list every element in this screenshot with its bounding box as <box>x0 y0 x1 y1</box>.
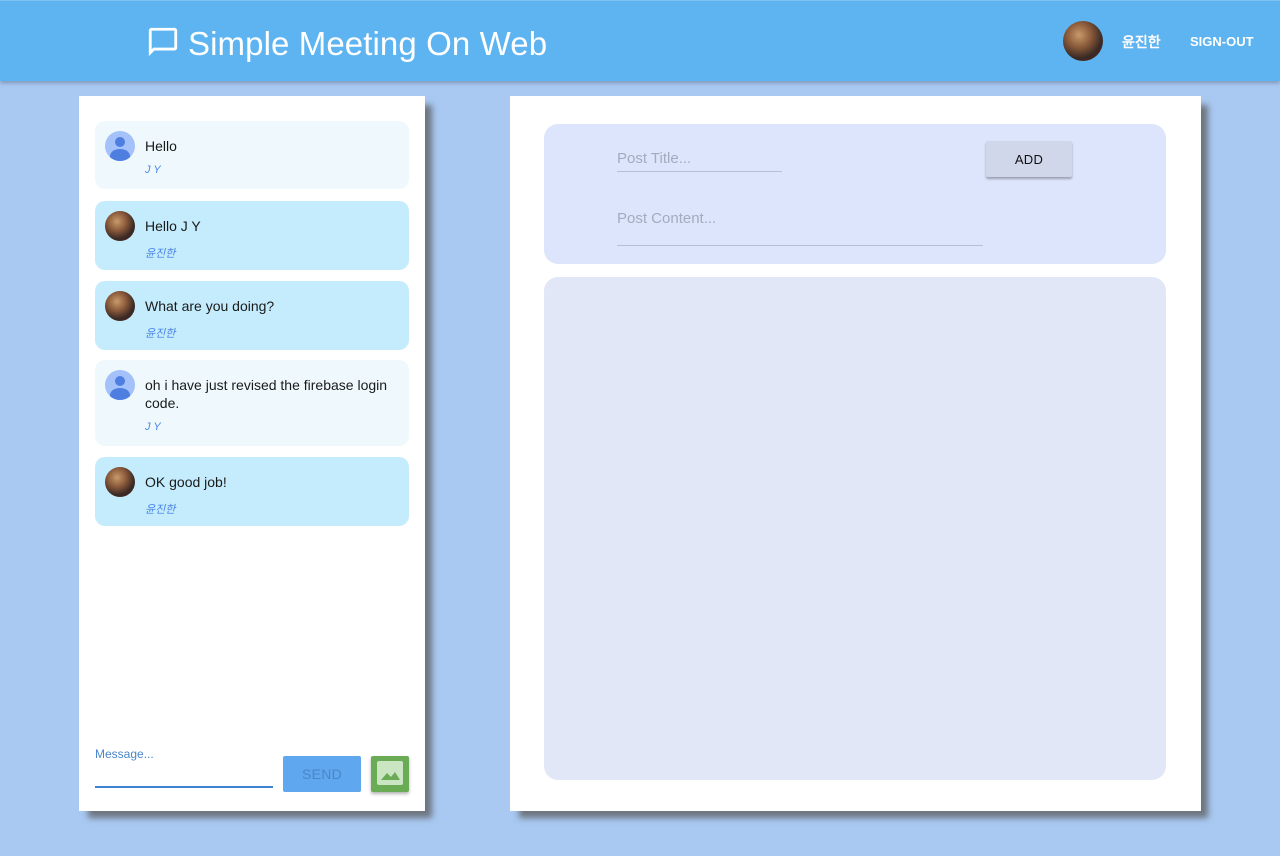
chat-message: Hello J Y <box>95 121 409 189</box>
post-form: ADD <box>544 124 1166 264</box>
person-icon <box>115 137 125 147</box>
person-body <box>110 388 130 400</box>
message-label: Message... <box>95 747 154 761</box>
post-title-input[interactable] <box>617 146 782 172</box>
chat-message: What are you doing? 윤진한 <box>95 281 409 350</box>
message-author: 윤진한 <box>145 248 176 260</box>
default-avatar <box>105 131 135 161</box>
person-icon <box>115 376 125 386</box>
chat-panel: Hello J Y Hello J Y 윤진한 What are you doing? 윤… <box>79 96 425 811</box>
sign-out-button[interactable]: SIGN-OUT <box>1190 34 1254 49</box>
message-text: Hello <box>145 138 177 154</box>
message-input[interactable] <box>95 764 273 788</box>
message-text: oh i have just revised the firebase logi… <box>145 377 388 411</box>
chat-bubble-icon <box>146 25 180 64</box>
post-content-input[interactable] <box>617 208 983 246</box>
message-author: 윤진한 <box>145 504 176 516</box>
brand: Simple Meeting On Web <box>146 24 547 64</box>
message-author: J Y <box>145 421 161 433</box>
app-bar: Simple Meeting On Web 윤진한 SIGN-OUT <box>0 0 1280 81</box>
post-list <box>544 277 1166 780</box>
image-icon <box>376 760 404 789</box>
chat-message: Hello J Y 윤진한 <box>95 201 409 270</box>
message-text: OK good job! <box>145 474 227 490</box>
add-post-button[interactable]: ADD <box>986 141 1072 177</box>
board-panel: ADD <box>510 96 1201 811</box>
app-title: Simple Meeting On Web <box>188 25 548 62</box>
photo-avatar <box>105 291 135 321</box>
message-text: Hello J Y <box>145 218 201 234</box>
person-body <box>110 149 130 161</box>
user-avatar[interactable] <box>1063 21 1103 61</box>
user-name: 윤진한 <box>1122 34 1161 50</box>
send-button[interactable]: SEND <box>283 756 361 792</box>
message-author: J Y <box>145 164 161 176</box>
default-avatar <box>105 370 135 400</box>
chat-message: OK good job! 윤진한 <box>95 457 409 526</box>
photo-avatar <box>105 467 135 497</box>
photo-avatar <box>105 211 135 241</box>
message-text: What are you doing? <box>145 298 275 314</box>
chat-message: oh i have just revised the firebase logi… <box>95 360 409 446</box>
upload-image-button[interactable] <box>371 756 409 792</box>
message-author: 윤진한 <box>145 328 176 340</box>
